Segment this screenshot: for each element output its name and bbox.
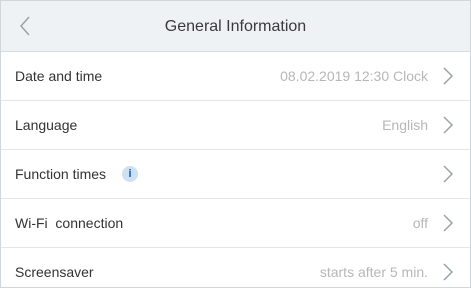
chevron-right-icon	[443, 67, 454, 85]
row-value: off	[412, 215, 428, 231]
page-title: General Information	[164, 18, 307, 35]
row-label: Function times	[15, 166, 107, 182]
info-icon[interactable]: i	[122, 166, 138, 182]
row-label: Screensaver	[15, 264, 94, 280]
row-label: Wi-Fi connection	[15, 215, 124, 231]
row-value: 08.02.2019 12:30 Clock	[280, 68, 428, 84]
back-button[interactable]	[15, 13, 37, 39]
row-label: Date and time	[15, 68, 103, 84]
row-value: starts after 5 min.	[319, 264, 428, 280]
row-function-times[interactable]: Function times i	[1, 150, 470, 199]
row-date-and-time[interactable]: Date and time 08.02.2019 12:30 Clock	[1, 52, 470, 101]
header-bar: General Information	[1, 1, 470, 52]
chevron-left-icon	[19, 16, 30, 36]
row-wifi-connection[interactable]: Wi-Fi connection off	[1, 199, 470, 248]
settings-panel: General Information Date and time 08.02.…	[0, 0, 471, 288]
chevron-right-icon	[443, 263, 454, 281]
row-screensaver[interactable]: Screensaver starts after 5 min.	[1, 248, 470, 287]
row-language[interactable]: Language English	[1, 101, 470, 150]
chevron-right-icon	[443, 165, 454, 183]
row-value: English	[382, 117, 428, 133]
chevron-right-icon	[443, 116, 454, 134]
row-label: Language	[15, 117, 78, 133]
chevron-right-icon	[443, 214, 454, 232]
